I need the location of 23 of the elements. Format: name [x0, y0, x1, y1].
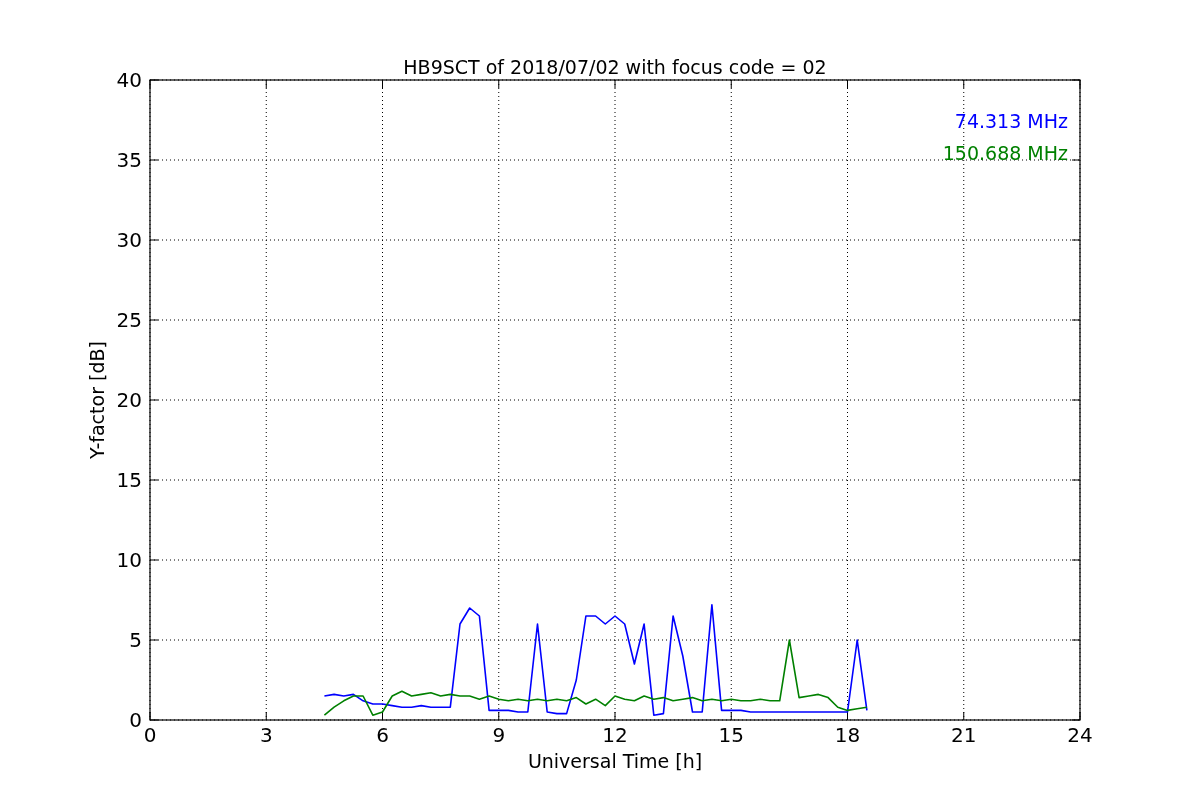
- legend-label: 74.313 MHz: [954, 110, 1068, 132]
- tick-label: 5: [129, 628, 142, 652]
- legend-label: 150.688 MHz: [942, 142, 1068, 164]
- tick-label: 3: [259, 723, 273, 747]
- tick-label: 35: [116, 148, 142, 172]
- tick-label: 0: [129, 708, 142, 732]
- tick-label: 40: [116, 68, 142, 92]
- tick-label: 12: [602, 723, 628, 747]
- tick-label: 15: [116, 468, 142, 492]
- tick-label: 18: [834, 723, 861, 747]
- axis-title: Y-factor [dB]: [86, 341, 108, 459]
- tick-label: 15: [718, 723, 744, 747]
- tick-label: 25: [116, 308, 142, 332]
- tick-label: 10: [116, 548, 142, 572]
- tick-label: 24: [1067, 723, 1093, 747]
- tick-label: 0: [143, 723, 157, 747]
- tick-label: 9: [492, 723, 506, 747]
- tick-label: 21: [951, 723, 977, 747]
- axis-title: Universal Time [h]: [527, 750, 703, 772]
- chart-title: HB9SCT of 2018/07/02 with focus code = 02: [403, 56, 827, 78]
- tick-label: 6: [376, 723, 389, 747]
- tick-label: 20: [116, 388, 142, 412]
- tick-label: 30: [116, 228, 142, 252]
